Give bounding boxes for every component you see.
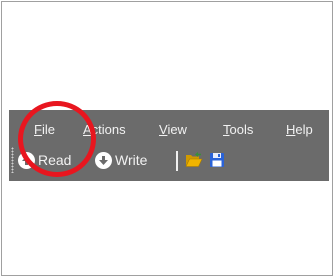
menu-help[interactable]: Help — [286, 120, 313, 140]
open-folder-icon[interactable] — [185, 151, 203, 169]
toolbar-separator — [176, 151, 178, 171]
menu-view[interactable]: View — [159, 120, 187, 140]
highlight-annotation-circle — [18, 101, 96, 177]
write-button[interactable]: Write — [95, 149, 147, 171]
floppy-disk-icon[interactable] — [208, 151, 226, 169]
menu-tools[interactable]: Tools — [223, 120, 253, 140]
arrow-down-circle-icon — [95, 151, 112, 169]
toolbar-grip[interactable] — [11, 147, 14, 173]
write-label: Write — [115, 152, 148, 168]
